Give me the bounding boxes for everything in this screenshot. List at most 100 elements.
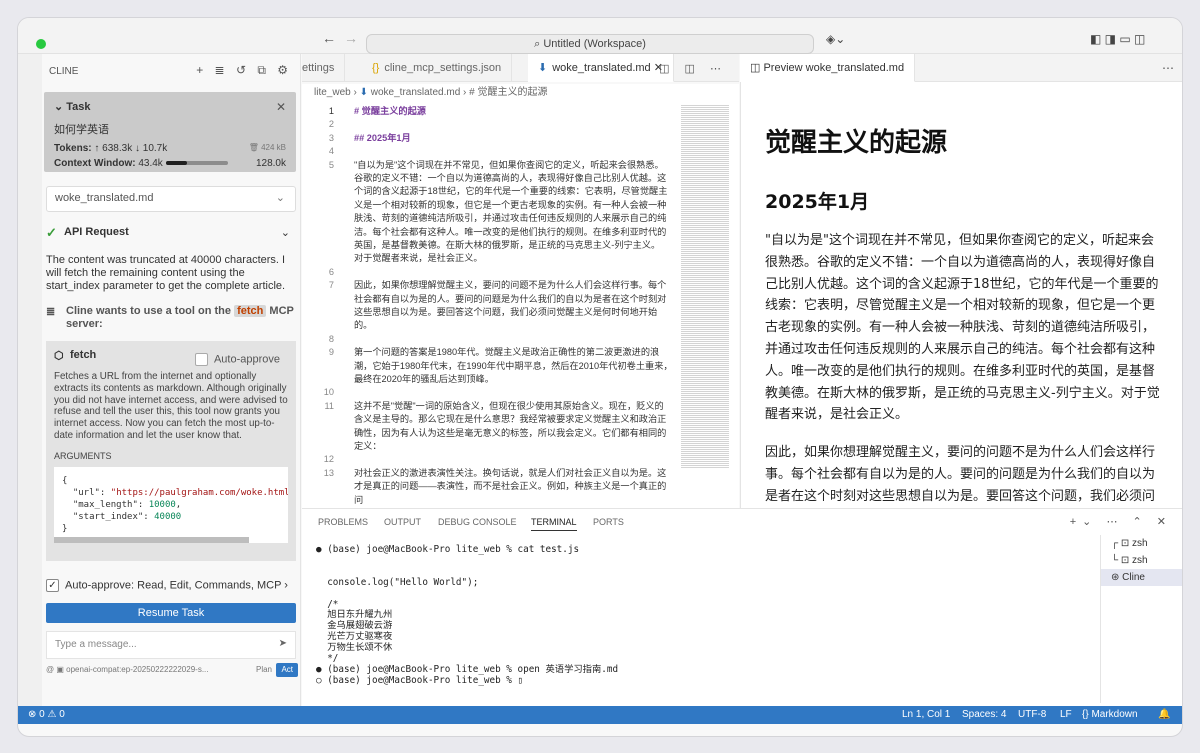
cline-header: CLINE — [49, 66, 79, 77]
breadcrumb-file[interactable]: woke_translated.md — [371, 87, 461, 98]
tool-card: ⬡ fetch Auto-approve Fetches a URL from … — [46, 341, 296, 561]
chevron-down-icon: ⌄ — [280, 227, 290, 239]
breadcrumb-symbol[interactable]: # 觉醒主义的起源 — [469, 87, 547, 98]
auto-approve-label: Auto-approve — [213, 353, 280, 366]
line-text: "自以为是"这个词现在并不常见，但如果你查阅它的定义，听起来会很熟悉。 — [354, 159, 664, 170]
auto-approve-toggle[interactable]: Auto-approve — [194, 353, 280, 366]
copilot-icon[interactable]: ◈⌄ — [826, 32, 845, 46]
model-selector[interactable]: openai-compat:ep-20250222222029-s... — [66, 665, 208, 674]
tab-debug-console[interactable]: DEBUG CONSOLE — [438, 517, 517, 527]
tab-settings[interactable]: ettings — [302, 54, 346, 82]
minimap[interactable] — [681, 104, 729, 468]
mcp-tag: fetch — [234, 305, 267, 317]
send-icon[interactable]: ➤ — [279, 638, 287, 649]
preview-paragraph-2: 因此，如果你想理解觉醒主义，要问的问题不是为什么人们会这样行事。每个社会都有自以… — [765, 445, 1156, 504]
line-text: 英国，是基督教美德。在斯大林的俄罗斯，是正统的马克思主义-列宁主义。 — [354, 240, 661, 250]
terminal-item[interactable]: └ ⊡ zsh — [1101, 552, 1182, 569]
status-encoding[interactable]: UTF-8 — [1018, 706, 1046, 724]
tab-woke-translated[interactable]: ⬇ woke_translated.md ✕ — [528, 54, 674, 82]
context-bar-fill — [165, 161, 187, 166]
command-center[interactable]: ⌕ Untitled (Workspace) — [366, 34, 814, 54]
tab-terminal[interactable]: TERMINAL — [531, 517, 577, 531]
api-request-row[interactable]: ✓ API Request ⌄ — [42, 225, 300, 246]
server-icon: ≣ — [46, 306, 56, 318]
resume-task-button[interactable]: Resume Task — [46, 603, 296, 623]
bell-icon[interactable]: 🔔 — [1158, 706, 1170, 724]
tokens-row: Tokens: ↑ 638.3k ↓ 10.7k 🗑 424 kB — [54, 143, 286, 154]
line-number: 8 — [328, 333, 334, 344]
layout-icons[interactable]: ◧ ◨ ▭ ◫ — [1090, 32, 1145, 46]
image-icon[interactable]: ▣ — [56, 665, 64, 674]
tab-preview[interactable]: ◫ Preview woke_translated.md — [740, 54, 916, 82]
act-button[interactable]: Act — [276, 663, 298, 677]
mcp-request: ≣ Cline wants to use a tool on the fetch… — [42, 305, 300, 331]
arg-url: "https://paulgraham.com/woke.html" — [110, 487, 288, 498]
status-spaces[interactable]: Spaces: 4 — [962, 706, 1006, 724]
line-number: 7 — [328, 280, 334, 291]
task-query: 如何学英语 — [54, 124, 109, 136]
auto-approve-bar-label: Auto-approve: Read, Edit, Commands, MCP — [65, 579, 282, 592]
json-icon: {} — [372, 62, 380, 74]
terminal-item[interactable]: ┌ ⊡ zsh — [1101, 535, 1182, 552]
chevron-down-icon: ⌄ — [275, 192, 285, 204]
preview-paragraph-1: "自以为是"这个词现在并不常见，但如果你查阅它的定义，听起来会很熟悉。谷歌的定义… — [765, 233, 1160, 423]
status-language[interactable]: {} Markdown — [1082, 706, 1138, 724]
task-label-row[interactable]: ⌄ Task — [54, 100, 286, 113]
arg-max-length: 10000 — [148, 499, 176, 510]
tab-problems[interactable]: PROBLEMS — [318, 517, 368, 527]
tokens-out: ↓ 10.7k — [134, 143, 168, 154]
line-text: 最终在2020年的骚乱后达到顶峰。 — [354, 374, 494, 384]
line-text: 洁。每个社会都有这种人。唯一改变的是他们执行的规则。在维多利亚时代的 — [354, 226, 667, 237]
auto-approve-bar[interactable]: ✓ Auto-approve: Read, Edit, Commands, MCP… — [42, 579, 300, 595]
context-max: 128.0k — [255, 158, 286, 169]
mention-icon[interactable]: @ — [46, 665, 54, 674]
auto-approve-bar-checkbox[interactable]: ✓ — [46, 579, 59, 592]
line-text: 的。 — [354, 320, 373, 331]
markdown-preview: 觉醒主义的起源 2025年1月 "自以为是"这个词现在并不常见，但如果你查阅它的… — [740, 82, 1182, 508]
horizontal-scrollbar[interactable] — [54, 536, 249, 543]
preview-h2: 2025年1月 — [765, 191, 870, 213]
task-label: Task — [66, 101, 91, 113]
line-number: 9 — [328, 347, 334, 358]
line-number: 2 — [328, 119, 334, 130]
context-bar — [165, 161, 228, 166]
status-problems[interactable]: ⊗ 0 ⚠ 0 — [28, 706, 65, 724]
file-select[interactable]: woke_translated.md ⌄ — [46, 186, 296, 212]
window-dot[interactable] — [36, 39, 46, 49]
terminal-list: ┌ ⊡ zsh └ ⊡ zsh ⊛ Cline — [1100, 535, 1182, 703]
terminal-item-cline[interactable]: ⊛ Cline — [1101, 569, 1182, 586]
mcp-prefix: Cline wants to use a tool on the — [66, 305, 232, 317]
line-number: 3 — [328, 132, 334, 143]
breadcrumb-folder[interactable]: lite_web — [314, 87, 351, 98]
preview-h1: 觉醒主义的起源 — [765, 128, 948, 158]
close-icon[interactable]: ✕ — [276, 100, 286, 114]
context-row: Context Window: 43.4k 128.0k — [54, 158, 286, 169]
tokens-label: Tokens: — [54, 143, 92, 154]
bottom-panel: PROBLEMS OUTPUT DEBUG CONSOLE TERMINAL P… — [302, 508, 1182, 708]
more-icon[interactable]: ⋯ — [1162, 61, 1174, 75]
tab-ports[interactable]: PORTS — [593, 517, 624, 527]
preview-icon: ◫ — [750, 62, 764, 74]
file-select-value: woke_translated.md — [55, 192, 154, 204]
status-position[interactable]: Ln 1, Col 1 — [902, 706, 950, 724]
message-input[interactable]: Type a message... ➤ — [46, 631, 296, 659]
plan-button[interactable]: Plan — [256, 663, 272, 677]
line-text: 因此，如果你想理解觉醒主义，要问的问题不是为什么人们会这样行事。每个 — [354, 280, 667, 291]
status-eol[interactable]: LF — [1060, 706, 1072, 724]
auto-approve-checkbox[interactable] — [194, 353, 208, 366]
line-text: 义是一个相对较新的现象，但它是一个更古老现象的实例。有一种人会被一种 — [354, 199, 667, 210]
markdown-editor[interactable]: 1 # 觉醒主义的起源 2 3 ## 2025年1月 4 5 "自以为是"这个词现在并不常见，… — [302, 102, 739, 508]
forward-arrow-icon[interactable]: → — [344, 30, 358, 46]
editor-tabs: ettings {} cline_mcp_settings.json ⬇ woke_… — [302, 54, 739, 82]
tab-output[interactable]: OUTPUT — [384, 517, 421, 527]
back-arrow-icon[interactable]: ← — [322, 30, 336, 46]
line-text: # 觉醒主义的起源 — [354, 106, 426, 116]
editor-actions-icons[interactable]: ◫ ◫ ⋯ — [659, 62, 727, 75]
context-used: 43.4k — [138, 158, 163, 169]
tab-cline-mcp-settings[interactable]: {} cline_mcp_settings.json — [362, 54, 513, 82]
cline-toolbar-icons[interactable]: + ≣ ↺ ⧉ ⚙ — [196, 63, 292, 78]
tokens-in: ↑ 638.3k — [94, 143, 133, 154]
terminal-output[interactable]: ● (base) joe@MacBook-Pro lite_web % cat … — [316, 544, 1066, 705]
panel-actions-icons[interactable]: +⌄ ⋯ ⌃ ✕ — [1070, 515, 1172, 528]
arguments-label: ARGUMENTS — [54, 450, 112, 461]
